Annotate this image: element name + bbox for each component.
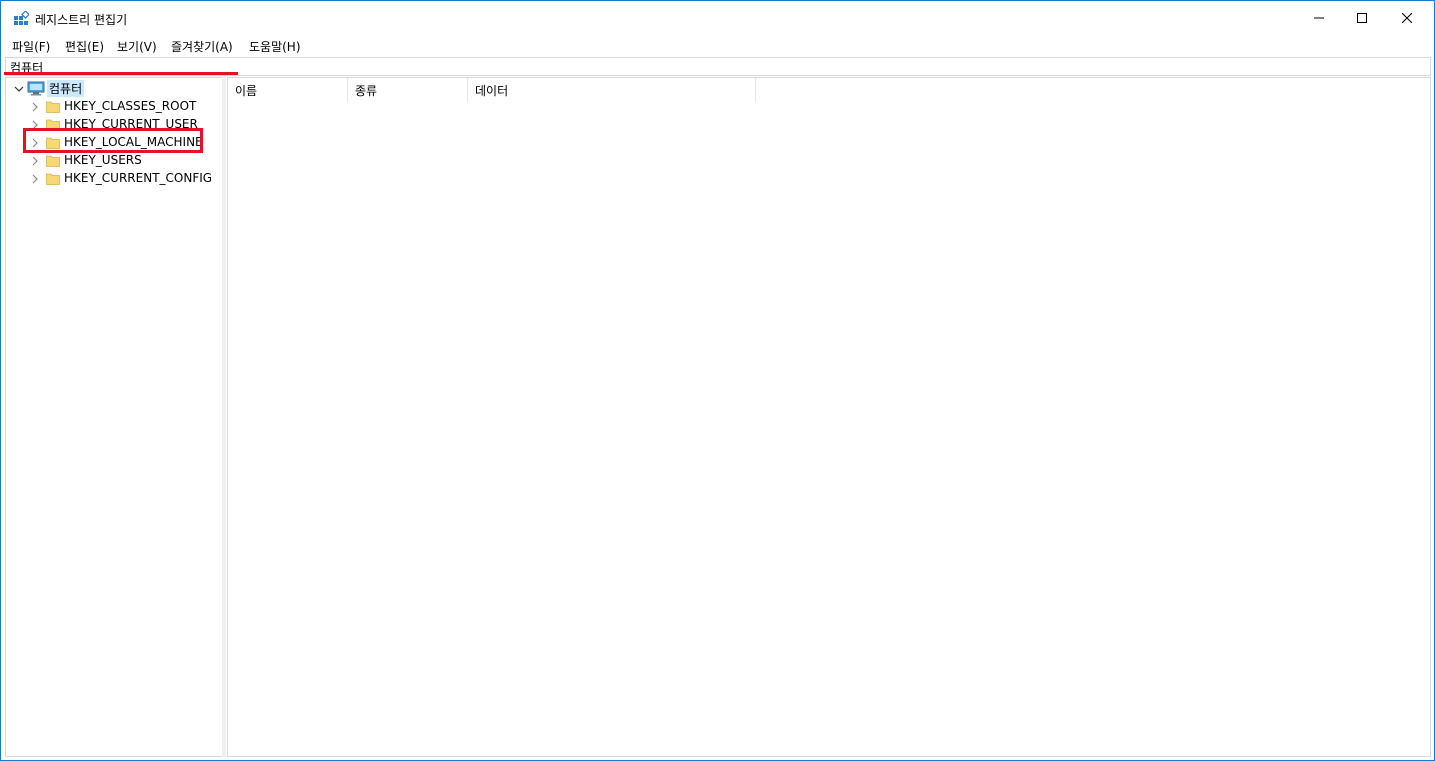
folder-icon	[46, 173, 60, 185]
menu-help[interactable]: 도움말(H)	[249, 38, 301, 55]
title-bar[interactable]: 레지스트리 편집기	[1, 1, 1434, 35]
column-header-type[interactable]: 종류	[348, 78, 468, 102]
values-list-pane[interactable]: 이름 종류 데이터	[227, 77, 1431, 757]
tree-item-hkey-current-config[interactable]: HKEY_CURRENT_CONFIG	[64, 171, 212, 185]
chevron-down-icon[interactable]	[14, 84, 24, 94]
hkey-local-machine-highlight	[23, 128, 203, 153]
close-icon	[1402, 13, 1412, 23]
window-title: 레지스트리 편집기	[35, 13, 128, 27]
folder-icon	[46, 155, 60, 167]
tree-pane[interactable]: 컴퓨터 HKEY_CLASSES_ROOT HKEY_CURRENT_USER …	[5, 77, 223, 757]
address-highlight-underline	[4, 72, 238, 75]
menu-edit[interactable]: 편집(E)	[65, 38, 104, 55]
column-header-name[interactable]: 이름	[228, 78, 348, 102]
chevron-right-icon[interactable]	[30, 156, 40, 166]
pane-splitter[interactable]	[222, 77, 226, 757]
menu-view[interactable]: 보기(V)	[117, 38, 157, 55]
menu-file[interactable]: 파일(F)	[12, 38, 50, 55]
column-header-data[interactable]: 데이터	[468, 78, 756, 102]
tree-item-hkey-classes-root[interactable]: HKEY_CLASSES_ROOT	[64, 99, 196, 113]
menu-bar: 파일(F) 편집(E) 보기(V) 즐겨찾기(A) 도움말(H)	[1, 35, 1434, 55]
folder-icon	[46, 101, 60, 113]
maximize-icon	[1357, 13, 1367, 23]
tree-item-hkey-users[interactable]: HKEY_USERS	[64, 153, 142, 167]
registry-editor-window: 레지스트리 편집기 파일(F) 편집(E) 보기(V) 즐겨찾기(A) 도움말(…	[0, 0, 1435, 761]
menu-favorites[interactable]: 즐겨찾기(A)	[171, 38, 233, 55]
chevron-right-icon[interactable]	[30, 102, 40, 112]
regedit-icon	[14, 11, 29, 25]
close-button[interactable]	[1384, 1, 1430, 35]
computer-icon	[27, 81, 45, 96]
maximize-button[interactable]	[1339, 1, 1385, 35]
minimize-icon	[1314, 17, 1324, 19]
chevron-right-icon[interactable]	[30, 174, 40, 184]
minimize-button[interactable]	[1296, 1, 1342, 35]
tree-item-computer[interactable]: 컴퓨터	[47, 80, 85, 97]
